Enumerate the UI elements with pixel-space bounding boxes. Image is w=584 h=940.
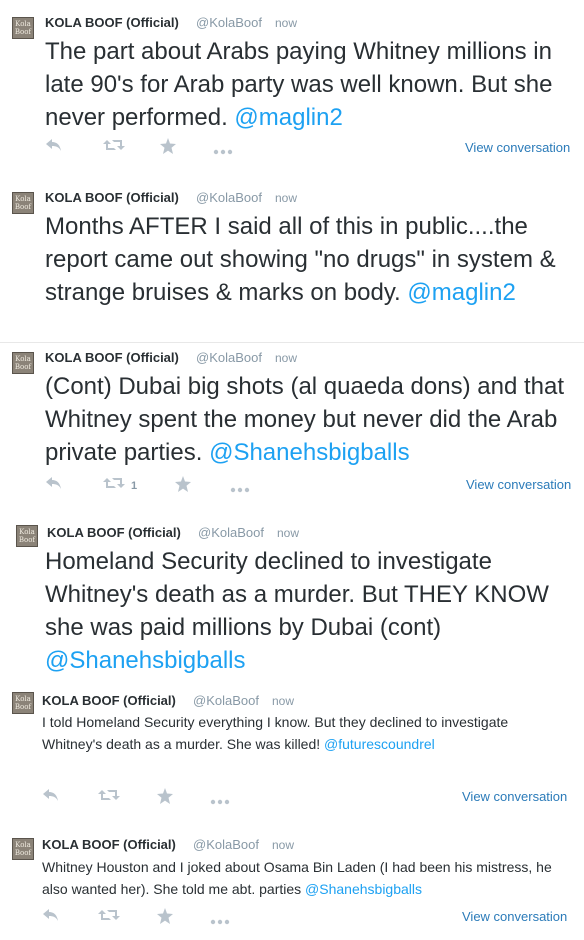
author-handle[interactable]: @KolaBoof <box>196 350 262 365</box>
tweet[interactable]: Kola Boof KOLA BOOF (Official) @KolaBoof … <box>0 514 584 683</box>
tweet[interactable]: Kola Boof KOLA BOOF (Official) @KolaBoof … <box>0 824 584 940</box>
ellipsis-icon[interactable] <box>210 912 230 930</box>
tweet[interactable]: Kola Boof KOLA BOOF (Official) @KolaBoof … <box>0 682 584 825</box>
avatar[interactable]: Kola Boof <box>12 17 34 39</box>
author-name[interactable]: KOLA BOOF (Official) <box>42 693 176 708</box>
mention-link[interactable]: @maglin2 <box>407 279 515 306</box>
mention-link[interactable]: @Shanehsbigballs <box>209 439 410 466</box>
tweet-actions: View conversation <box>42 788 572 808</box>
reply-icon[interactable] <box>45 476 63 495</box>
reply-icon[interactable] <box>42 788 60 807</box>
reply-icon[interactable] <box>42 908 60 927</box>
tweet-time[interactable]: now <box>272 694 294 708</box>
tweet-text: (Cont) Dubai big shots (al quaeda dons) … <box>45 373 564 466</box>
star-icon[interactable] <box>157 908 173 929</box>
tweet-actions: View conversation <box>42 908 572 928</box>
tweet-text: The part about Arabs paying Whitney mill… <box>45 38 553 131</box>
retweet-icon[interactable] <box>98 908 120 927</box>
tweet-text: I told Homeland Security everything I kn… <box>42 714 509 752</box>
mention-link[interactable]: @Shanehsbigballs <box>45 647 246 674</box>
avatar[interactable]: Kola Boof <box>16 525 38 547</box>
avatar[interactable]: Kola Boof <box>12 692 34 714</box>
star-icon[interactable] <box>175 476 191 497</box>
tweet-time[interactable]: now <box>277 526 299 540</box>
view-conversation-link[interactable]: View conversation <box>466 477 571 492</box>
tweet-time[interactable]: now <box>275 351 297 365</box>
tweet-time[interactable]: now <box>275 16 297 30</box>
author-handle[interactable]: @KolaBoof <box>193 693 259 708</box>
star-icon[interactable] <box>160 138 176 159</box>
author-name[interactable]: KOLA BOOF (Official) <box>45 190 179 205</box>
avatar[interactable]: Kola Boof <box>12 192 34 214</box>
author-name[interactable]: KOLA BOOF (Official) <box>42 837 176 852</box>
author-name[interactable]: KOLA BOOF (Official) <box>47 525 181 540</box>
view-conversation-link[interactable]: View conversation <box>465 140 570 155</box>
tweet-time[interactable]: now <box>275 191 297 205</box>
author-handle[interactable]: @KolaBoof <box>198 525 264 540</box>
retweet-icon[interactable] <box>98 788 120 807</box>
reply-icon[interactable] <box>45 138 63 157</box>
star-icon[interactable] <box>157 788 173 809</box>
tweet-text: Months AFTER I said all of this in publi… <box>45 213 556 306</box>
ellipsis-icon[interactable] <box>210 792 230 810</box>
tweet[interactable]: Kola Boof KOLA BOOF (Official) @KolaBoof … <box>0 177 584 342</box>
tweet-text: Homeland Security declined to investigat… <box>45 548 549 674</box>
author-name[interactable]: KOLA BOOF (Official) <box>45 15 179 30</box>
author-handle[interactable]: @KolaBoof <box>196 15 262 30</box>
mention-link[interactable]: @maglin2 <box>234 104 342 131</box>
tweet[interactable]: Kola Boof KOLA BOOF (Official) @KolaBoof … <box>0 0 584 178</box>
tweet-time[interactable]: now <box>272 838 294 852</box>
retweet-icon[interactable] <box>103 138 125 157</box>
author-handle[interactable]: @KolaBoof <box>196 190 262 205</box>
tweet-actions: 1 View conversation <box>45 476 575 496</box>
tweet[interactable]: Kola Boof KOLA BOOF (Official) @KolaBoof … <box>0 342 584 515</box>
mention-link[interactable]: @futurescoundrel <box>324 736 435 752</box>
author-handle[interactable]: @KolaBoof <box>193 837 259 852</box>
ellipsis-icon[interactable] <box>230 480 250 498</box>
ellipsis-icon[interactable] <box>213 142 233 160</box>
retweet-icon[interactable] <box>103 476 125 495</box>
retweet-count: 1 <box>131 480 138 492</box>
view-conversation-link[interactable]: View conversation <box>462 909 567 924</box>
view-conversation-link[interactable]: View conversation <box>462 789 567 804</box>
tweet-text: Whitney Houston and I joked about Osama … <box>42 859 552 897</box>
author-name[interactable]: KOLA BOOF (Official) <box>45 350 179 365</box>
avatar[interactable]: Kola Boof <box>12 352 34 374</box>
mention-link[interactable]: @Shanehsbigballs <box>305 881 422 897</box>
tweet-actions: View conversation <box>45 138 575 158</box>
avatar[interactable]: Kola Boof <box>12 838 34 860</box>
